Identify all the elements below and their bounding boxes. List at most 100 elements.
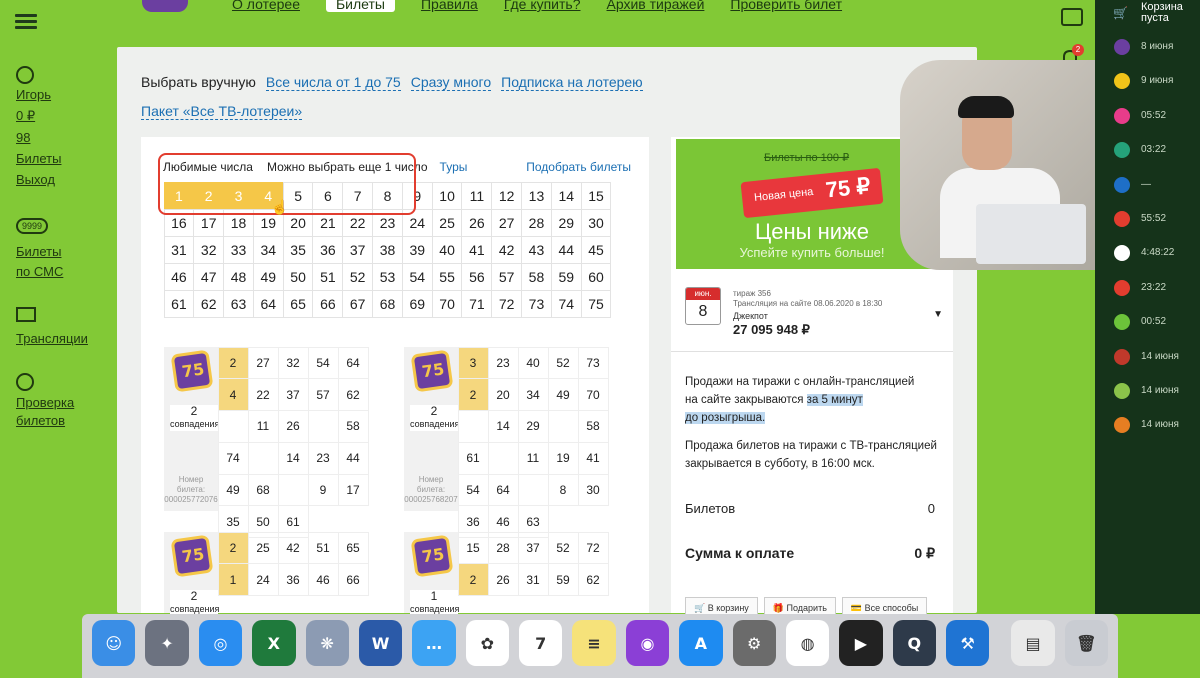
bonus-link[interactable]: 98 <box>16 130 30 145</box>
number-cell[interactable]: 39 <box>401 235 433 264</box>
lottery-draw-item[interactable]: 03:22 <box>1095 139 1200 161</box>
sms-tickets-link-2[interactable]: по СМС <box>16 264 63 279</box>
preview-icon[interactable]: ❋ <box>305 620 349 666</box>
draw-selector[interactable]: июн. 8 тираж 356 Трансляция на сайте 08.… <box>685 287 943 337</box>
number-cell[interactable]: 70 <box>431 289 463 318</box>
number-cell[interactable]: 11 <box>461 181 493 210</box>
nav-archive[interactable]: Архив тиражей <box>607 0 705 12</box>
lottery-draw-item[interactable]: 55:52 <box>1095 208 1200 230</box>
number-cell[interactable]: 30 <box>580 208 612 237</box>
number-cell[interactable]: 40 <box>431 235 463 264</box>
number-cell[interactable]: 68 <box>372 289 403 318</box>
number-cell[interactable]: 33 <box>223 235 254 264</box>
sms-tickets-link-1[interactable]: Билеты <box>16 244 61 259</box>
number-cell[interactable]: 49 <box>252 262 284 291</box>
dropdown-arrow-icon[interactable]: ▼ <box>933 309 943 320</box>
downloads-stack-icon[interactable]: ▤ <box>1011 620 1055 666</box>
nav-check-ticket[interactable]: Проверить билет <box>730 0 842 12</box>
photos-icon[interactable]: ✿ <box>465 620 509 666</box>
number-cell[interactable]: 75 <box>580 289 612 318</box>
user-name-link[interactable]: Игорь <box>16 87 51 102</box>
number-cell[interactable]: 57 <box>491 262 523 291</box>
package-link[interactable]: Пакет «Все ТВ-лотереи» <box>141 103 303 120</box>
number-cell[interactable]: 66 <box>312 289 344 318</box>
app-store-icon[interactable]: A <box>679 620 723 666</box>
tab-all-numbers[interactable]: Все числа от 1 до 75 <box>265 74 401 91</box>
number-cell[interactable]: 59 <box>550 262 582 291</box>
check-tickets-link-1[interactable]: Проверка <box>16 395 74 410</box>
user-icon[interactable] <box>16 66 34 84</box>
lottery-draw-item[interactable]: 14 июня <box>1095 380 1200 402</box>
number-cell[interactable]: 56 <box>461 262 493 291</box>
ticket-card[interactable]: 75 2 совпадения Номер билета: 000025772076 2 2… <box>164 346 376 539</box>
number-cell[interactable]: 64 <box>252 289 284 318</box>
number-cell[interactable]: 62 <box>193 289 225 318</box>
lottery-logo[interactable] <box>142 0 188 12</box>
number-cell[interactable]: 13 <box>521 181 552 210</box>
lottery-draw-item[interactable]: — <box>1095 174 1200 196</box>
number-cell[interactable]: 28 <box>521 208 552 237</box>
number-cell[interactable]: 43 <box>521 235 552 264</box>
number-cell[interactable]: 26 <box>461 208 493 237</box>
lottery-draw-item[interactable]: 4:48:22 <box>1095 242 1200 264</box>
balance-link[interactable]: 0 ₽ <box>16 108 35 124</box>
nav-about[interactable]: О лотерее <box>232 0 300 12</box>
quicktime-icon[interactable]: Q <box>892 620 936 666</box>
number-cell[interactable]: 69 <box>401 289 433 318</box>
number-cell[interactable]: 72 <box>491 289 523 318</box>
number-cell[interactable]: 48 <box>223 262 254 291</box>
lottery-draw-item[interactable]: 14 июня <box>1095 346 1200 368</box>
number-cell[interactable]: 60 <box>580 262 612 291</box>
number-cell[interactable]: 63 <box>223 289 254 318</box>
lottery-draw-item[interactable]: 8 июня <box>1095 36 1200 58</box>
xcode-icon[interactable]: ⚒ <box>946 620 990 666</box>
number-cell[interactable]: 35 <box>282 235 314 264</box>
number-cell[interactable]: 44 <box>550 235 582 264</box>
tours-link[interactable]: Туры <box>440 160 468 174</box>
podcasts-icon[interactable]: ◉ <box>625 620 670 666</box>
lottery-draw-item[interactable]: 9 июня <box>1095 70 1200 92</box>
ticket-card[interactable]: 75 1 совпадения 15 28 37 52 72 2 26 31 59 62 <box>404 531 616 616</box>
launchpad-icon[interactable]: ✦ <box>145 620 189 666</box>
number-cell[interactable]: 53 <box>372 262 403 291</box>
number-cell[interactable]: 50 <box>282 262 314 291</box>
number-cell[interactable]: 74 <box>550 289 582 318</box>
number-cell[interactable]: 67 <box>342 289 374 318</box>
system-preferences-icon[interactable]: ⚙ <box>732 620 776 666</box>
number-cell[interactable]: 73 <box>521 289 552 318</box>
number-cell[interactable]: 47 <box>193 262 225 291</box>
nav-where-to-buy[interactable]: Где купить? <box>504 0 581 12</box>
number-cell[interactable]: 32 <box>193 235 225 264</box>
number-cell[interactable]: 42 <box>491 235 523 264</box>
trash-icon[interactable]: 🗑 <box>1064 620 1109 666</box>
menu-icon[interactable] <box>15 14 37 30</box>
number-cell[interactable]: 29 <box>550 208 582 237</box>
broadcasts-link[interactable]: Трансляции <box>16 331 88 346</box>
number-cell[interactable]: 36 <box>312 235 344 264</box>
calendar-icon[interactable]: 7 <box>519 620 563 666</box>
lottery-draw-item[interactable]: 23:22 <box>1095 277 1200 299</box>
number-cell[interactable]: 14 <box>550 181 582 210</box>
number-cell[interactable]: 15 <box>580 181 612 210</box>
chrome-icon[interactable]: ◍ <box>785 620 830 666</box>
pick-tickets-link[interactable]: Подобрать билеты <box>526 160 631 174</box>
number-cell[interactable]: 58 <box>521 262 552 291</box>
number-cell[interactable]: 38 <box>372 235 403 264</box>
number-cell[interactable]: 46 <box>163 262 195 291</box>
my-tickets-link[interactable]: Билеты <box>16 151 61 166</box>
ticket-card[interactable]: 75 2 совпадения Номер билета: 000025768207 3 2… <box>404 346 616 539</box>
messages-icon[interactable]: … <box>412 620 456 666</box>
number-cell[interactable]: 52 <box>342 262 374 291</box>
notes-icon[interactable]: ≡ <box>572 620 616 666</box>
lottery-draw-item[interactable]: 14 июня <box>1095 414 1200 436</box>
tab-subscription[interactable]: Подписка на лотерею <box>501 74 643 91</box>
ticket-card[interactable]: 75 2 совпадения 2 25 42 51 65 1 24 36 46 66 <box>164 531 376 616</box>
tab-manual[interactable]: Выбрать вручную <box>141 74 256 91</box>
tab-many[interactable]: Сразу много <box>410 74 492 91</box>
final-cut-icon[interactable]: ▶ <box>839 620 883 666</box>
safari-icon[interactable]: ◎ <box>198 620 243 666</box>
number-cell[interactable]: 54 <box>401 262 433 291</box>
chat-icon[interactable] <box>1061 8 1083 26</box>
nav-rules[interactable]: Правила <box>421 0 478 12</box>
number-cell[interactable]: 37 <box>342 235 374 264</box>
